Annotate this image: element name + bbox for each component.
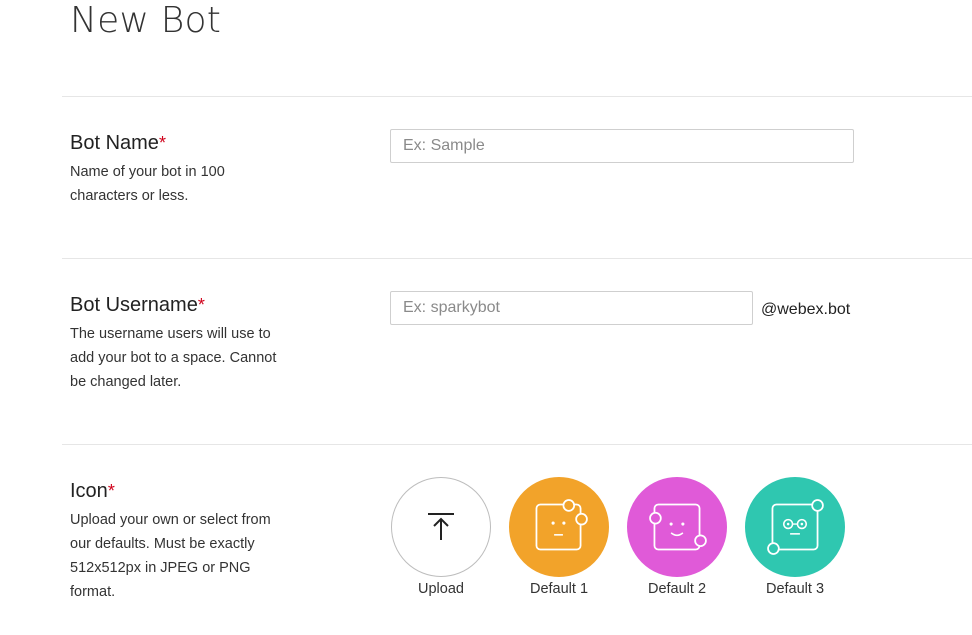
bot-username-input[interactable] [390, 291, 753, 325]
section-divider [62, 258, 972, 259]
icon-label: Icon* [70, 479, 115, 503]
upload-label: Upload [418, 581, 464, 597]
section-divider [62, 444, 972, 445]
bot-name-input[interactable] [390, 129, 854, 163]
upload-icon-option[interactable]: Upload [389, 477, 493, 598]
bot-face-icon [649, 503, 707, 551]
section-divider [62, 96, 972, 97]
default-1-swatch[interactable] [509, 477, 609, 577]
upload-icon [428, 513, 454, 540]
default-1-label: Default 1 [529, 581, 589, 597]
default-3-icon-option[interactable]: Default 3 [743, 477, 847, 598]
default-3-swatch[interactable] [745, 477, 845, 577]
page-title: New Bot [70, 0, 222, 41]
required-asterisk: * [107, 481, 115, 501]
username-domain-suffix: @webex.bot [761, 301, 851, 318]
bot-name-description: Name of your bot in 100 characters or le… [70, 164, 225, 204]
icon-description: Upload your own or select from our defau… [70, 512, 271, 600]
bot-name-title: Bot Name [70, 132, 159, 154]
bot-face-icon [767, 499, 824, 555]
default-3-label: Default 3 [765, 581, 825, 597]
default-2-swatch[interactable] [627, 477, 727, 577]
bot-username-title: Bot Username [70, 294, 198, 316]
bot-name-label: Bot Name* [70, 131, 166, 155]
default-2-label: Default 2 [647, 581, 707, 597]
default-1-icon-option[interactable]: Default 1 [507, 477, 611, 598]
default-2-icon-option[interactable]: Default 2 [625, 477, 729, 598]
required-asterisk: * [158, 133, 166, 153]
upload-button[interactable] [391, 477, 491, 577]
bot-username-label: Bot Username* [70, 293, 205, 317]
bot-face-icon [535, 499, 588, 551]
required-asterisk: * [197, 295, 205, 315]
bot-username-description: The username users will use to add your … [70, 326, 277, 390]
icon-title: Icon [70, 480, 108, 502]
